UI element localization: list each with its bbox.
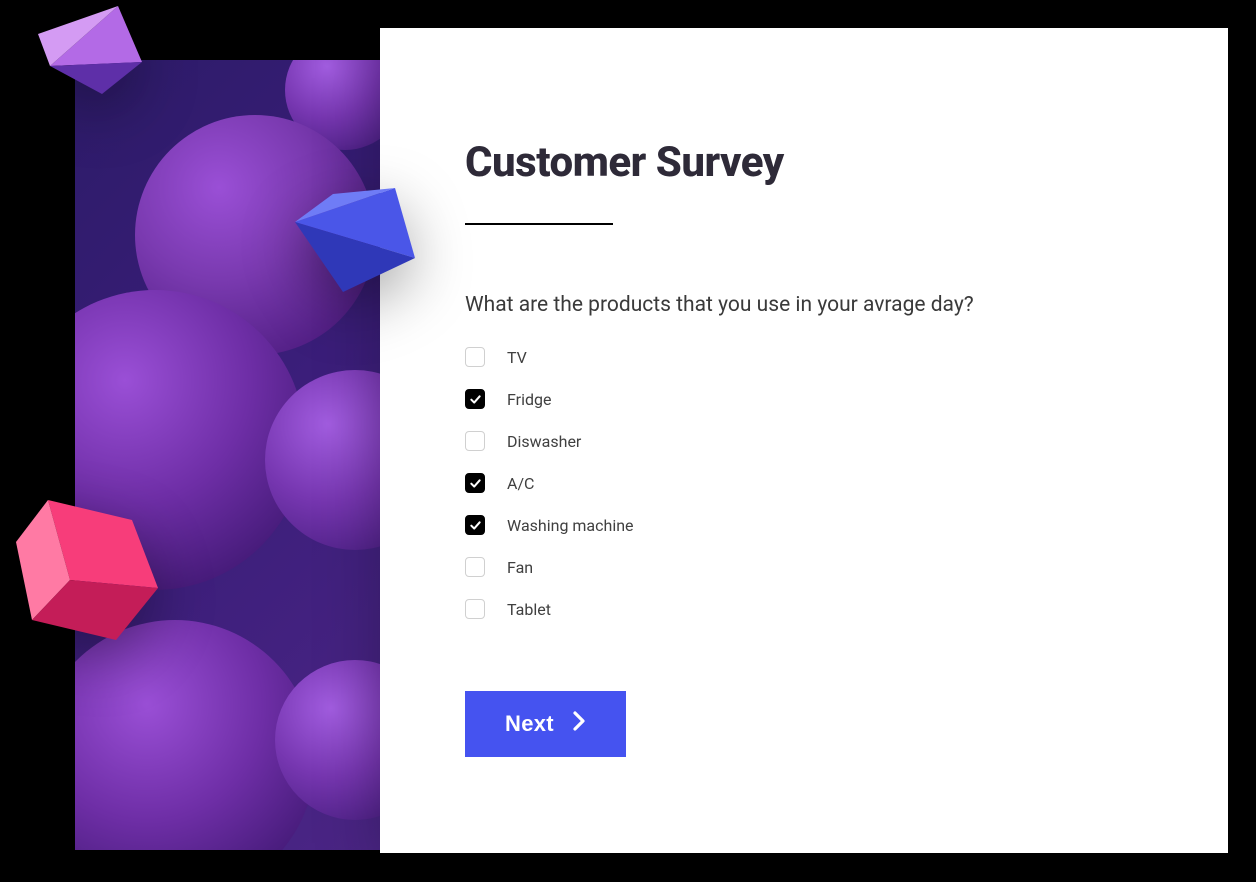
option-row[interactable]: Tablet bbox=[465, 599, 1143, 619]
survey-title: Customer Survey bbox=[465, 138, 1143, 187]
decorative-sidebar bbox=[75, 60, 380, 850]
checkbox[interactable] bbox=[465, 515, 485, 535]
option-label: Washing machine bbox=[507, 516, 634, 535]
option-row[interactable]: A/C bbox=[465, 473, 1143, 493]
next-button[interactable]: Next bbox=[465, 691, 626, 757]
checkbox[interactable] bbox=[465, 599, 485, 619]
option-row[interactable]: Washing machine bbox=[465, 515, 1143, 535]
option-row[interactable]: Fridge bbox=[465, 389, 1143, 409]
option-row[interactable]: TV bbox=[465, 347, 1143, 367]
chevron-right-icon bbox=[572, 711, 586, 737]
checkbox[interactable] bbox=[465, 347, 485, 367]
checkbox[interactable] bbox=[465, 557, 485, 577]
option-label: Fridge bbox=[507, 390, 551, 409]
option-row[interactable]: Diswasher bbox=[465, 431, 1143, 451]
checkbox[interactable] bbox=[465, 389, 485, 409]
option-label: Tablet bbox=[507, 600, 551, 619]
option-label: A/C bbox=[507, 474, 534, 493]
checkbox[interactable] bbox=[465, 473, 485, 493]
checkbox[interactable] bbox=[465, 431, 485, 451]
survey-question: What are the products that you use in yo… bbox=[465, 293, 1143, 317]
survey-card: Customer Survey What are the products th… bbox=[380, 28, 1228, 853]
option-label: Diswasher bbox=[507, 432, 581, 451]
title-underline bbox=[465, 223, 613, 225]
option-row[interactable]: Fan bbox=[465, 557, 1143, 577]
option-label: TV bbox=[507, 348, 527, 367]
next-button-label: Next bbox=[505, 711, 554, 737]
options-list: TV Fridge Diswasher A/C Washing machine Fan Ta… bbox=[465, 347, 1143, 619]
option-label: Fan bbox=[507, 558, 533, 577]
